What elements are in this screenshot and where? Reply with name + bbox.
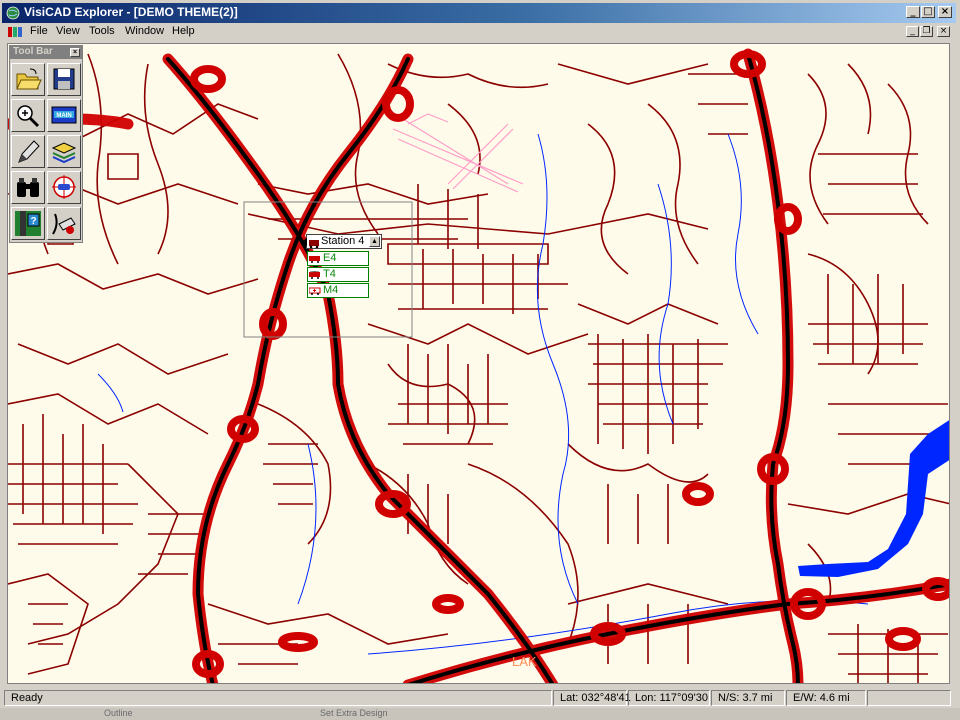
globe-icon [6, 6, 20, 20]
unit-item[interactable]: T4 [307, 267, 369, 282]
save-button[interactable] [47, 63, 81, 96]
status-text-pane: Ready [4, 690, 552, 706]
save-disk-icon [53, 68, 75, 90]
edit-button[interactable] [11, 135, 45, 168]
latitude-readout: Lat: 032°48'41 [560, 692, 631, 704]
route-button[interactable] [47, 207, 81, 240]
zoom-in-icon [17, 105, 40, 128]
tool-bar-title-text: Tool Bar [13, 46, 53, 57]
status-text: Ready [11, 692, 43, 704]
menu-file[interactable]: File [30, 25, 48, 37]
mdi-restore-button[interactable]: ❐ [920, 26, 933, 37]
ns-distance: N/S: 3.7 mi [718, 692, 773, 704]
layers-button[interactable] [47, 135, 81, 168]
tool-bar-palette[interactable]: Tool Bar × MAIN ? [9, 45, 83, 243]
unit-item[interactable]: E4 [307, 251, 369, 266]
unit-label: E4 [323, 252, 337, 264]
map-view[interactable]: LAK [7, 43, 950, 684]
fire-truck-icon [309, 271, 320, 279]
main-map-button[interactable]: MAIN [47, 99, 81, 132]
maximize-button[interactable]: □ [921, 6, 935, 18]
svg-text:?: ? [30, 216, 36, 227]
longitude-readout: Lon: 117°09'30 [635, 692, 708, 704]
minimize-button[interactable]: _ [906, 6, 920, 18]
airport-runways [392, 113, 524, 193]
map-area-label: LAK [512, 654, 537, 669]
pencil-edit-icon [18, 140, 40, 163]
open-button[interactable] [11, 63, 45, 96]
status-extra-pane [867, 690, 951, 706]
binoculars-icon [17, 178, 39, 197]
menu-tools[interactable]: Tools [89, 25, 115, 37]
station-name: Station 4 [321, 235, 365, 247]
street-map[interactable]: LAK [8, 44, 950, 684]
close-button[interactable]: × [938, 6, 952, 18]
find-button[interactable] [11, 171, 45, 204]
visicad-window: VisiCAD Explorer - [DEMO THEME(2)] _ □ ×… [0, 0, 960, 720]
open-folder-icon [16, 68, 42, 90]
menu-view[interactable]: View [56, 25, 80, 37]
main-map-icon-label: MAIN [56, 113, 71, 119]
taskbar-fragment: Outline Set Extra Design [0, 708, 960, 720]
ns-distance-pane: N/S: 3.7 mi [711, 690, 785, 706]
document-icon[interactable] [8, 26, 22, 38]
layer-stack-icon [51, 142, 77, 164]
main-map-icon: MAIN [51, 106, 77, 124]
taskbar-item-left[interactable]: Outline [104, 708, 133, 718]
window-title: VisiCAD Explorer - [DEMO THEME(2)] [24, 5, 238, 19]
menu-bar: File View Tools Window Help _ ❐ × [2, 23, 956, 41]
tool-bar-close-button[interactable]: × [70, 48, 80, 57]
mdi-close-button[interactable]: × [937, 26, 950, 37]
fire-station-icon [301, 238, 319, 248]
zoom-in-button[interactable] [11, 99, 45, 132]
ambulance-icon [309, 287, 321, 295]
menu-window[interactable]: Window [125, 25, 164, 37]
vehicle-locate-icon [52, 175, 76, 199]
ew-distance-pane: E/W: 4.6 mi [786, 690, 866, 706]
unit-label: T4 [323, 268, 336, 280]
station-popup[interactable]: Station 4 ▲ E4 T4 M4 [301, 234, 382, 300]
status-bar: Ready Lat: 032°48'41 Lon: 117°09'30 N/S:… [2, 688, 956, 708]
query-road-icon: ? [15, 211, 41, 236]
mdi-minimize-button[interactable]: _ [906, 26, 919, 37]
road-route-icon [52, 213, 76, 235]
taskbar-item-right[interactable]: Set Extra Design [320, 708, 388, 718]
longitude-pane: Lon: 117°09'30 [628, 690, 710, 706]
collapse-arrow-icon[interactable]: ▲ [369, 236, 380, 247]
unit-item[interactable]: M4 [307, 283, 369, 298]
title-bar: VisiCAD Explorer - [DEMO THEME(2)] _ □ × [2, 3, 956, 23]
vehicle-locate-button[interactable] [47, 171, 81, 204]
menu-help[interactable]: Help [172, 25, 195, 37]
query-button[interactable]: ? [11, 207, 45, 240]
fire-engine-icon [309, 256, 320, 263]
station-header[interactable]: Station 4 ▲ [301, 234, 382, 249]
ew-distance: E/W: 4.6 mi [793, 692, 850, 704]
unit-label: M4 [323, 284, 339, 296]
creeks [97, 133, 869, 655]
latitude-pane: Lat: 032°48'41 [553, 690, 631, 706]
tool-bar-title[interactable]: Tool Bar × [10, 46, 82, 59]
